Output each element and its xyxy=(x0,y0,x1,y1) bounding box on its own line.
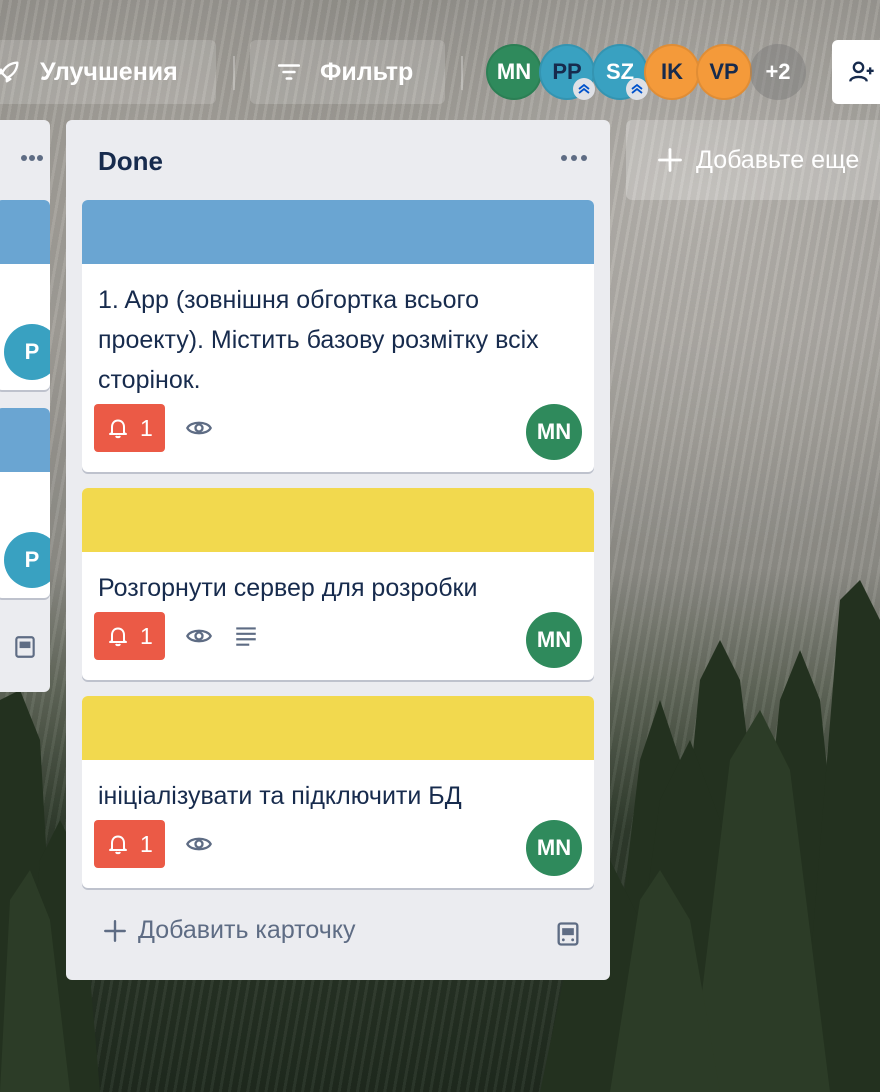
more-members-button[interactable]: +2 xyxy=(750,44,806,100)
member-avatar[interactable]: VP xyxy=(696,44,752,100)
watch-eye-icon xyxy=(185,622,213,650)
add-card-button[interactable]: Добавить карточку xyxy=(102,916,355,945)
list-menu-button[interactable] xyxy=(20,144,44,172)
member-avatar[interactable]: IK xyxy=(644,44,700,100)
upgrades-label: Улучшения xyxy=(40,57,178,86)
add-person-icon xyxy=(848,58,876,86)
list-card[interactable]: 1. App (зовнішня обгортка всього проекту… xyxy=(82,200,594,472)
add-list-button[interactable]: Добавьте еще xyxy=(626,120,880,200)
upgrades-button[interactable]: Улучшения xyxy=(0,40,216,104)
bell-icon xyxy=(106,832,130,856)
list-menu-button[interactable] xyxy=(560,144,588,172)
notification-count: 1 xyxy=(140,830,153,857)
card-title: ініціалізувати та підключити БД xyxy=(98,782,462,810)
member-avatar[interactable]: P xyxy=(4,532,50,588)
card-cover xyxy=(82,488,594,552)
member-avatar[interactable]: MN xyxy=(486,44,542,100)
card-badges: 1 xyxy=(94,820,213,868)
card-cover xyxy=(0,200,50,264)
toolbar-divider xyxy=(461,56,463,90)
list-card[interactable]: Розгорнути сервер для розробки 1 MN xyxy=(82,488,594,680)
add-list-label: Добавьте еще xyxy=(696,145,860,174)
card-member-avatar[interactable]: MN xyxy=(526,404,582,460)
list-title[interactable]: Done xyxy=(98,146,163,177)
share-button[interactable] xyxy=(832,40,880,104)
notification-badge[interactable]: 1 xyxy=(94,612,165,660)
member-avatar[interactable]: P xyxy=(4,324,50,380)
card-cover xyxy=(82,696,594,760)
description-icon xyxy=(233,623,259,649)
notification-count: 1 xyxy=(140,622,153,649)
card-title: 1. App (зовнішня обгортка всього проекту… xyxy=(98,286,539,394)
card-title: Розгорнути сервер для розробки xyxy=(98,574,478,602)
notification-badge[interactable]: 1 xyxy=(94,404,165,452)
plus-icon xyxy=(656,146,684,174)
more-icon xyxy=(561,155,587,161)
notification-badge[interactable]: 1 xyxy=(94,820,165,868)
toolbar-divider xyxy=(233,56,235,90)
watch-eye-icon xyxy=(185,830,213,858)
card-cover xyxy=(82,200,594,264)
template-icon xyxy=(557,922,579,946)
notification-count: 1 xyxy=(140,414,153,441)
done-list: Done 1. App (зовнішня обгортка всього пр… xyxy=(66,120,610,980)
bell-icon xyxy=(106,416,130,440)
member-avatar[interactable]: SZ xyxy=(592,44,648,100)
card-member-avatar[interactable]: MN xyxy=(526,820,582,876)
list-card[interactable]: P xyxy=(0,408,50,598)
plus-icon xyxy=(102,918,128,944)
template-icon[interactable] xyxy=(12,634,38,665)
create-from-template-button[interactable] xyxy=(554,920,582,953)
filter-icon xyxy=(276,59,302,85)
previous-list: P P xyxy=(0,120,50,692)
card-cover xyxy=(0,408,50,472)
bell-icon xyxy=(106,624,130,648)
rocket-icon xyxy=(0,58,22,86)
filter-button[interactable]: Фильтр xyxy=(250,40,445,104)
card-member-avatar[interactable]: MN xyxy=(526,612,582,668)
filter-label: Фильтр xyxy=(320,57,414,86)
add-card-label: Добавить карточку xyxy=(138,916,356,944)
admin-chevron-icon xyxy=(573,78,595,100)
card-badges: 1 xyxy=(94,612,259,660)
card-badges: 1 xyxy=(94,404,213,452)
watch-eye-icon xyxy=(185,414,213,442)
list-card[interactable]: P xyxy=(0,200,50,390)
list-card[interactable]: ініціалізувати та підключити БД 1 MN xyxy=(82,696,594,888)
member-avatar[interactable]: PP xyxy=(539,44,595,100)
more-icon xyxy=(21,155,43,161)
